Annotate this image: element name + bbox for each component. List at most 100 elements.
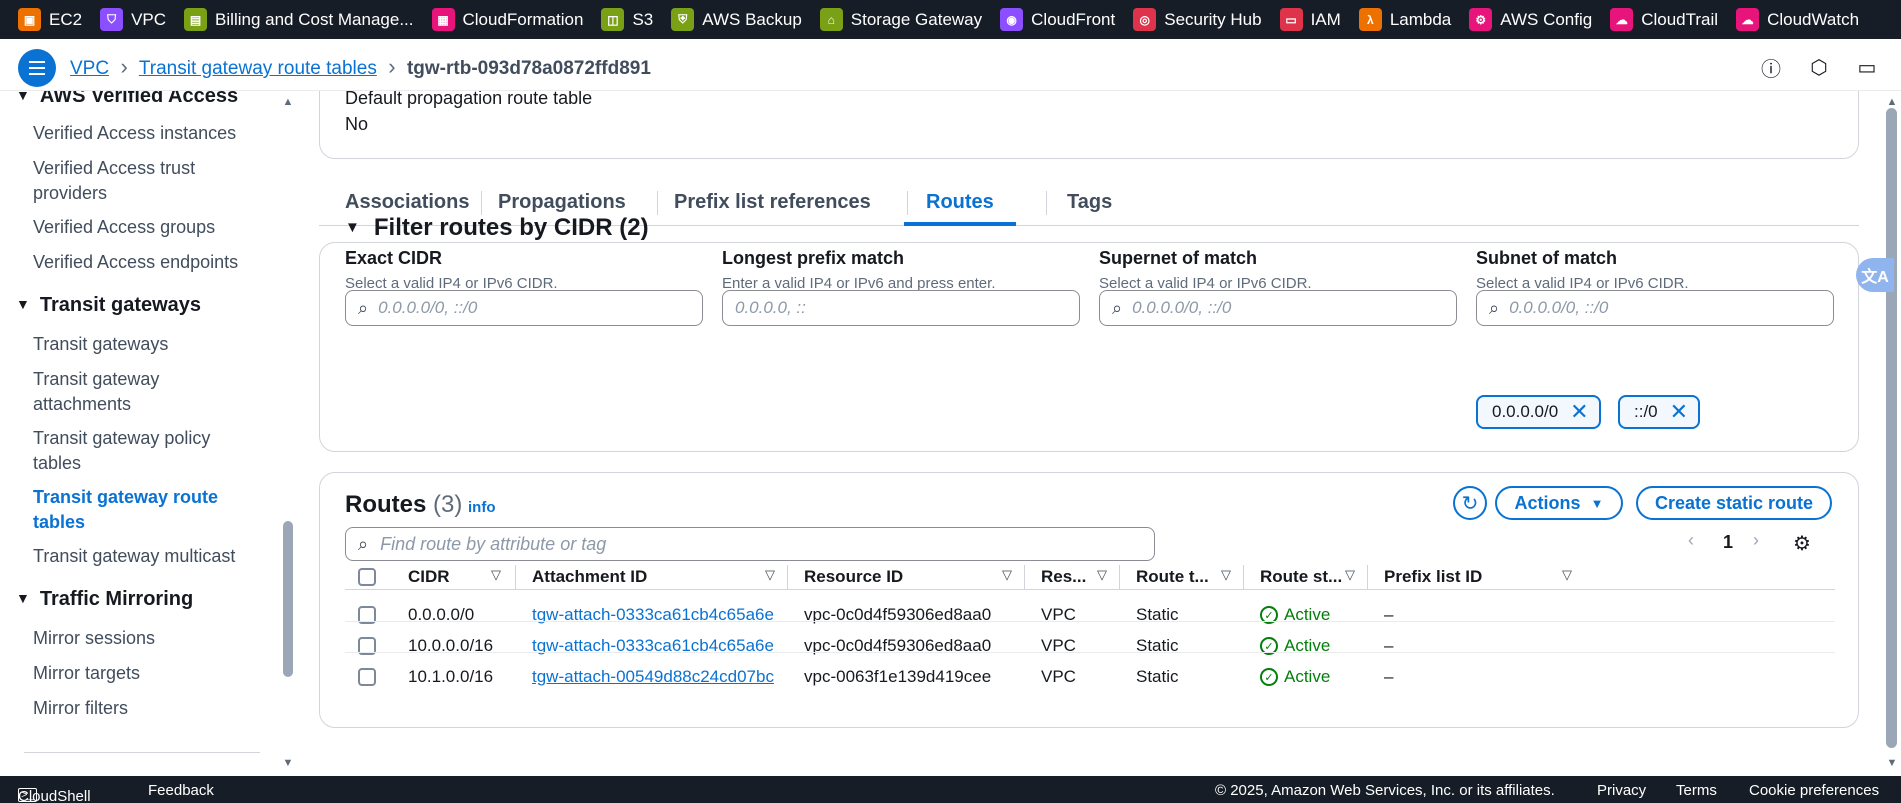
service-iam[interactable]: ▭ IAM bbox=[1279, 8, 1341, 31]
service-cloudfront[interactable]: ◉ CloudFront bbox=[1000, 8, 1115, 31]
service-cloudtrail[interactable]: ☁ CloudTrail bbox=[1610, 8, 1718, 31]
sort-icon[interactable]: ▽ bbox=[1002, 567, 1012, 583]
sidebar-item-transit-gateway-multicast[interactable]: Transit gateway multicast bbox=[33, 544, 243, 569]
column-header-route-state[interactable]: Route st... bbox=[1260, 565, 1342, 589]
sidebar-item-verified-access-groups[interactable]: Verified Access groups bbox=[33, 215, 243, 240]
routes-search-input[interactable]: ⌕ Find route by attribute or tag bbox=[345, 527, 1155, 561]
tab-prefix-list-references[interactable]: Prefix list references bbox=[652, 188, 893, 226]
screen-feedback-icon[interactable]: ▭ bbox=[1853, 53, 1881, 81]
tab-routes[interactable]: Routes bbox=[904, 188, 1016, 226]
row-checkbox[interactable] bbox=[358, 668, 376, 686]
token-ipv6-default[interactable]: ::/0 ✕ bbox=[1618, 395, 1701, 429]
sort-icon[interactable]: ▽ bbox=[1097, 567, 1107, 583]
column-divider[interactable] bbox=[1024, 565, 1025, 589]
sort-icon[interactable]: ▽ bbox=[1345, 567, 1355, 583]
service-security-hub[interactable]: ◎ Security Hub bbox=[1133, 8, 1262, 31]
column-header-attachment-id[interactable]: Attachment ID bbox=[532, 565, 647, 589]
subnet-input[interactable]: ⌕ 0.0.0.0/0, ::/0 bbox=[1476, 290, 1834, 326]
privacy-link[interactable]: Privacy bbox=[1597, 782, 1646, 799]
column-header-resource-type[interactable]: Res... bbox=[1041, 565, 1086, 589]
token-ipv4-default[interactable]: 0.0.0.0/0 ✕ bbox=[1476, 395, 1601, 429]
supernet-input[interactable]: ⌕ 0.0.0.0/0, ::/0 bbox=[1099, 290, 1457, 326]
close-icon[interactable]: ✕ bbox=[1570, 401, 1588, 423]
scroll-up-icon[interactable]: ▲ bbox=[281, 96, 295, 108]
service-billing[interactable]: ▤ Billing and Cost Manage... bbox=[184, 8, 414, 31]
sort-icon[interactable]: ▽ bbox=[1562, 567, 1572, 583]
menu-icon[interactable] bbox=[18, 49, 56, 87]
settings-gear-icon[interactable]: ⚙ bbox=[1793, 531, 1811, 556]
sort-icon[interactable]: ▽ bbox=[1221, 567, 1231, 583]
sidebar-item-mirror-sessions[interactable]: Mirror sessions bbox=[33, 626, 243, 651]
sidebar-section-transit-gateways[interactable]: ▼ Transit gateways bbox=[16, 294, 201, 317]
route-state-cell: ✓ Active bbox=[1260, 667, 1330, 687]
footer: >_ CloudShell Feedback © 2025, Amazon Web… bbox=[0, 776, 1901, 803]
filter-header[interactable]: ▼ Filter routes by CIDR (2) bbox=[345, 214, 649, 242]
scroll-down-icon[interactable]: ▼ bbox=[281, 757, 295, 769]
column-header-prefix-list-id[interactable]: Prefix list ID bbox=[1384, 565, 1482, 589]
sort-icon[interactable]: ▽ bbox=[765, 567, 775, 583]
service-vpc[interactable]: ⛉ VPC bbox=[100, 8, 166, 31]
service-cloudwatch[interactable]: ☁ CloudWatch bbox=[1736, 8, 1859, 31]
feedback-link[interactable]: Feedback bbox=[148, 782, 214, 799]
column-divider[interactable] bbox=[1367, 565, 1368, 589]
attachment-id-link[interactable]: tgw-attach-00549d88c24cd07bc bbox=[532, 667, 774, 687]
service-storage-gateway[interactable]: ⌂ Storage Gateway bbox=[819, 8, 982, 31]
sidebar-item-transit-gateway-policy-tables[interactable]: Transit gateway policy tables bbox=[33, 426, 243, 476]
select-all-checkbox[interactable] bbox=[358, 568, 376, 586]
main-scroll-thumb[interactable] bbox=[1886, 108, 1897, 748]
sort-icon[interactable]: ▽ bbox=[491, 567, 501, 583]
cookie-preferences-link[interactable]: Cookie preferences bbox=[1749, 782, 1879, 799]
column-divider[interactable] bbox=[1243, 565, 1244, 589]
breadcrumb: VPC › Transit gateway route tables › tgw… bbox=[70, 54, 651, 80]
page-number[interactable]: 1 bbox=[1723, 532, 1733, 553]
attachment-id-link[interactable]: tgw-attach-0333ca61cb4c65a6e bbox=[532, 605, 774, 625]
sidebar-item-verified-access-trust-providers[interactable]: Verified Access trust providers bbox=[33, 156, 243, 206]
breadcrumb-route-tables[interactable]: Transit gateway route tables bbox=[139, 58, 377, 79]
prev-page-icon[interactable]: ‹ bbox=[1688, 530, 1694, 551]
column-divider[interactable] bbox=[1119, 565, 1120, 589]
info-icon[interactable]: ⓘ bbox=[1757, 53, 1785, 81]
sidebar-section-verified-access[interactable]: ▼ AWS Verified Access bbox=[16, 91, 238, 108]
longest-prefix-input[interactable]: 0.0.0.0, :: bbox=[722, 290, 1080, 326]
resource-type-cell: VPC bbox=[1041, 667, 1076, 686]
close-icon[interactable]: ✕ bbox=[1670, 401, 1688, 423]
sidebar-item-verified-access-instances[interactable]: Verified Access instances bbox=[33, 121, 243, 146]
scroll-up-icon[interactable]: ▲ bbox=[1883, 96, 1901, 108]
sidebar-item-transit-gateways[interactable]: Transit gateways bbox=[33, 332, 243, 357]
exact-cidr-input[interactable]: ⌕ 0.0.0.0/0, ::/0 bbox=[345, 290, 703, 326]
backup-icon: ⛨ bbox=[671, 8, 695, 31]
sidebar-item-transit-gateway-route-tables[interactable]: Transit gateway route tables bbox=[33, 485, 243, 535]
service-ec2[interactable]: ▣ EC2 bbox=[18, 8, 82, 31]
filter-supernet: Supernet of match Select a valid IP4 or … bbox=[1099, 248, 1457, 292]
row-divider bbox=[345, 621, 1835, 622]
column-header-resource-id[interactable]: Resource ID bbox=[804, 565, 903, 589]
sidebar-section-traffic-mirroring[interactable]: ▼ Traffic Mirroring bbox=[16, 588, 193, 611]
translate-icon[interactable]: 文A bbox=[1856, 258, 1894, 292]
attachment-id-link[interactable]: tgw-attach-0333ca61cb4c65a6e bbox=[532, 636, 774, 656]
sidebar-scroll-thumb[interactable] bbox=[283, 521, 293, 677]
column-header-route-type[interactable]: Route t... bbox=[1136, 565, 1209, 589]
service-cloudformation[interactable]: ▦ CloudFormation bbox=[431, 8, 583, 31]
search-icon: ⌕ bbox=[358, 533, 369, 554]
create-static-route-button[interactable]: Create static route bbox=[1636, 486, 1832, 520]
sidebar-item-mirror-filters[interactable]: Mirror filters bbox=[33, 696, 243, 721]
actions-button[interactable]: Actions ▼ bbox=[1495, 486, 1623, 520]
service-backup[interactable]: ⛨ AWS Backup bbox=[671, 8, 802, 31]
terms-link[interactable]: Terms bbox=[1676, 782, 1717, 799]
column-divider[interactable] bbox=[515, 565, 516, 589]
tab-tags[interactable]: Tags bbox=[1045, 188, 1134, 226]
breadcrumb-vpc[interactable]: VPC bbox=[70, 58, 109, 79]
sidebar-item-mirror-targets[interactable]: Mirror targets bbox=[33, 661, 243, 686]
service-config[interactable]: ⚙ AWS Config bbox=[1469, 8, 1592, 31]
shield-settings-icon[interactable]: ⬡ bbox=[1805, 53, 1833, 81]
column-divider[interactable] bbox=[787, 565, 788, 589]
column-header-cidr[interactable]: CIDR bbox=[408, 565, 450, 589]
service-lambda[interactable]: λ Lambda bbox=[1358, 8, 1451, 31]
routes-info-link[interactable]: info bbox=[468, 499, 496, 516]
sidebar-item-verified-access-endpoints[interactable]: Verified Access endpoints bbox=[33, 250, 243, 275]
refresh-icon[interactable]: ↻ bbox=[1453, 486, 1487, 520]
sidebar-item-transit-gateway-attachments[interactable]: Transit gateway attachments bbox=[33, 367, 243, 417]
scroll-down-icon[interactable]: ▼ bbox=[1883, 757, 1901, 769]
service-s3[interactable]: ◫ S3 bbox=[601, 8, 653, 31]
next-page-icon[interactable]: › bbox=[1753, 530, 1759, 551]
